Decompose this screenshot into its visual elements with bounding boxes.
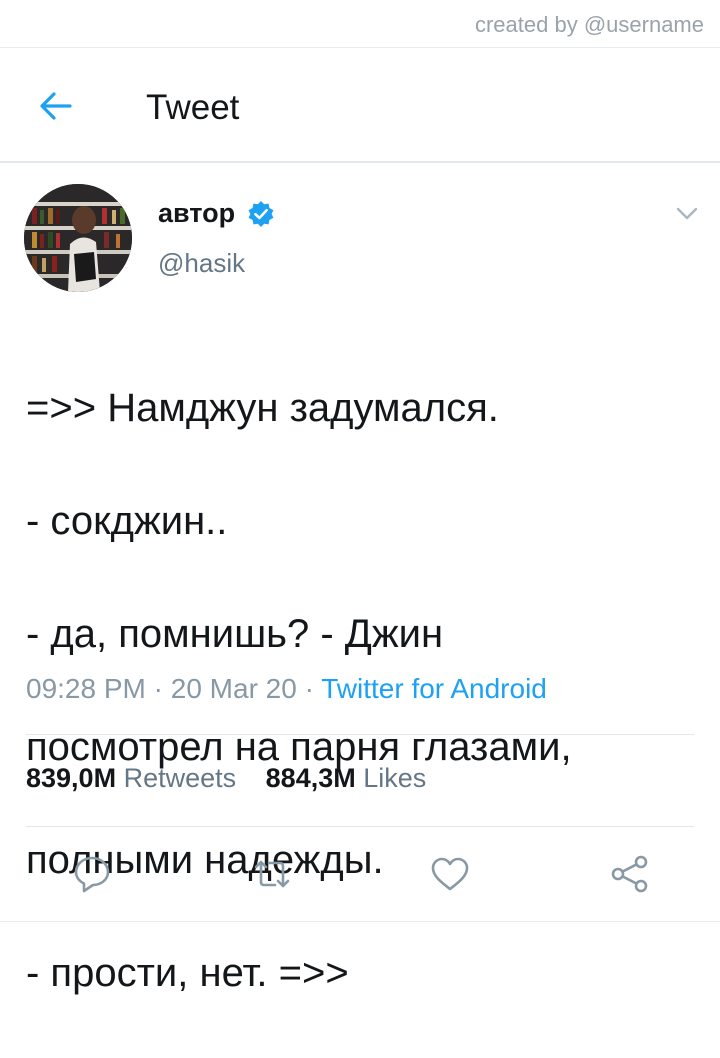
tweet-stats: 839,0M Retweets 884,3M Likes [26, 763, 448, 794]
retweet-button[interactable] [250, 852, 294, 896]
bottom-divider [0, 921, 720, 922]
avatar-image [24, 184, 132, 292]
stats-bottom-divider [26, 826, 694, 827]
tweet-text-line: =>> Намджун задумался. [26, 385, 499, 430]
tweet-text-line: - сокджин.. [26, 498, 228, 543]
reply-icon [74, 856, 110, 893]
tweet-source-link[interactable]: Twitter for Android [321, 673, 547, 704]
author-name[interactable]: автор [158, 198, 235, 229]
like-icon [431, 857, 469, 891]
tweet-time: 09:28 PM [26, 673, 146, 704]
avatar[interactable] [24, 184, 132, 292]
tweet-date: 20 Mar 20 [170, 673, 297, 704]
retweets-label[interactable]: Retweets [124, 763, 237, 793]
meta-separator: · [304, 673, 322, 704]
chevron-down-icon[interactable] [674, 200, 700, 226]
share-icon [611, 855, 648, 893]
page-title: Tweet [146, 88, 240, 127]
verified-badge-icon [248, 201, 274, 227]
meta-separator: · [153, 673, 171, 704]
like-button[interactable] [428, 852, 472, 896]
arrow-left-icon [40, 92, 72, 120]
share-button[interactable] [608, 852, 652, 896]
header-bar: Tweet [0, 48, 720, 162]
tweet-meta: 09:28 PM · 20 Mar 20 · Twitter for Andro… [26, 673, 547, 705]
likes-count[interactable]: 884,3M [266, 763, 356, 793]
reply-button[interactable] [70, 852, 114, 896]
stats-top-divider [26, 734, 694, 735]
tweet-text-line: - да, помнишь? - Джин [26, 611, 444, 656]
author-handle[interactable]: @hasik [158, 248, 245, 279]
likes-label[interactable]: Likes [363, 763, 426, 793]
tweet-text-line: - прости, нет. =>> [26, 950, 349, 995]
back-button[interactable] [36, 86, 76, 126]
tweet-text-line: полными надежды. [26, 837, 384, 882]
retweet-icon [254, 860, 290, 888]
retweets-count[interactable]: 839,0M [26, 763, 116, 793]
credit-label: created by @username [474, 12, 704, 37]
header-divider [0, 161, 720, 163]
